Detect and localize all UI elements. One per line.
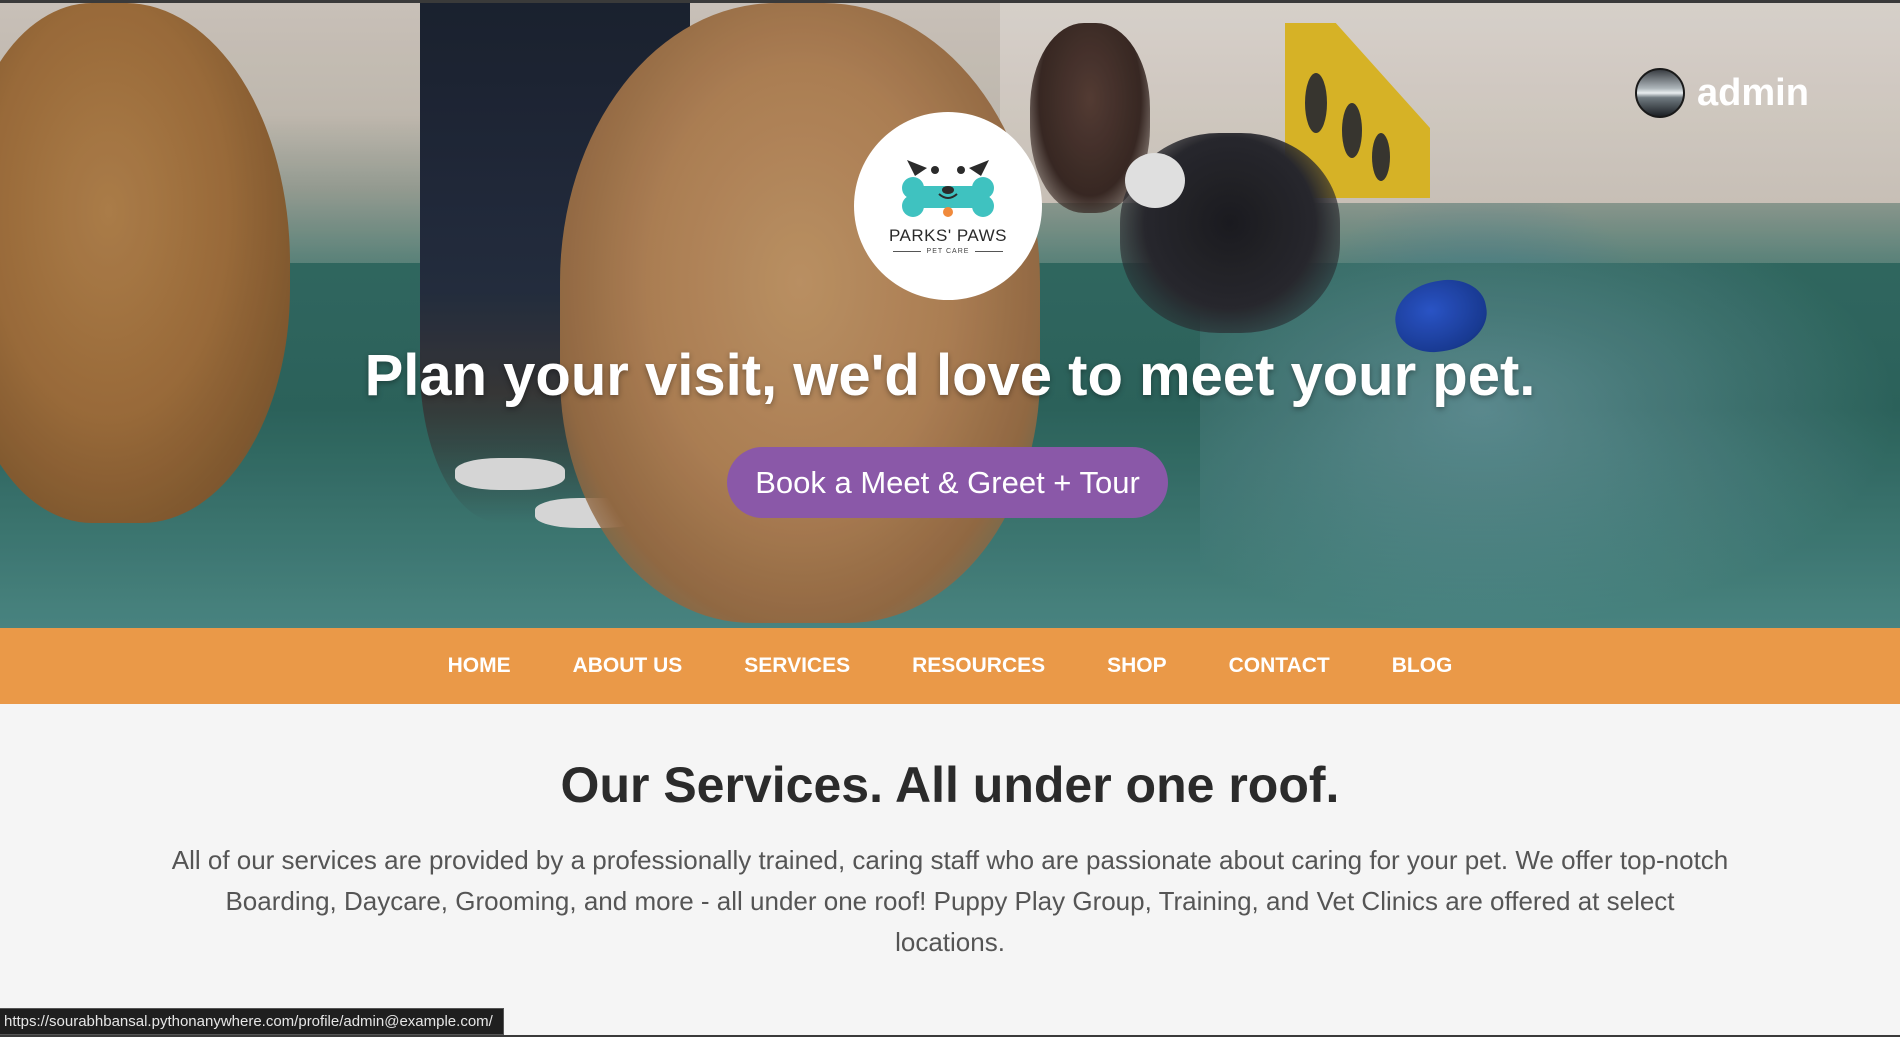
bone-dog-icon: [902, 159, 994, 217]
avatar: [1635, 68, 1685, 118]
hero-overlay: [0, 3, 1900, 628]
brand-tagline: PET CARE: [892, 247, 1004, 255]
user-name: admin: [1697, 71, 1809, 114]
nav-item-resources[interactable]: RESOURCES: [912, 654, 1045, 678]
divider: [892, 250, 921, 252]
divider: [975, 250, 1004, 252]
brand-logo[interactable]: PARKS' PAWS PET CARE: [854, 112, 1042, 300]
nav-item-shop[interactable]: SHOP: [1107, 654, 1167, 678]
main-nav: HOME ABOUT US SERVICES RESOURCES SHOP CO…: [0, 628, 1900, 704]
nav-item-contact[interactable]: CONTACT: [1229, 654, 1330, 678]
hero-section: [0, 3, 1900, 628]
link-status-bar: https://sourabhbansal.pythonanywhere.com…: [0, 1008, 504, 1035]
brand-name: PARKS' PAWS: [888, 225, 1007, 245]
hero-title: Plan your visit, we'd love to meet your …: [364, 343, 1536, 408]
nav-item-blog[interactable]: BLOG: [1392, 654, 1453, 678]
brand-sub-label: PET CARE: [926, 247, 970, 255]
user-profile-link[interactable]: admin: [1635, 68, 1809, 118]
nav-item-services[interactable]: SERVICES: [744, 654, 850, 678]
nav-item-home[interactable]: HOME: [448, 654, 511, 678]
book-meet-greet-button[interactable]: Book a Meet & Greet + Tour: [727, 447, 1168, 518]
section-title: Our Services. All under one roof.: [560, 757, 1340, 813]
section-description: All of our services are provided by a pr…: [171, 845, 1729, 957]
nav-item-about-us[interactable]: ABOUT US: [573, 654, 683, 678]
services-section: Our Services. All under one roof. All of…: [0, 704, 1900, 1037]
